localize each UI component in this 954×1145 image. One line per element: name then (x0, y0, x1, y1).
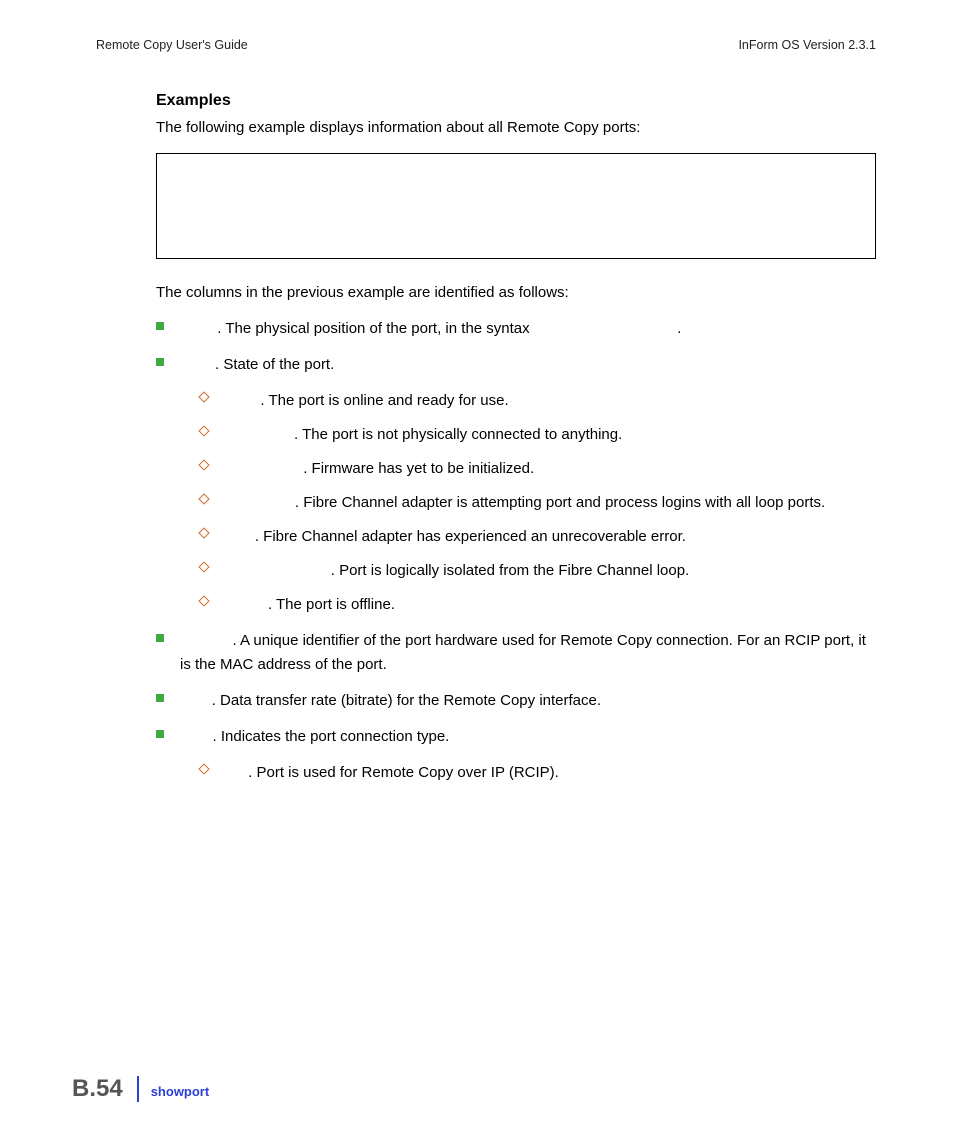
square-bullet-icon (156, 725, 180, 738)
sub-list-text: non_participate . Port is logically isol… (224, 559, 689, 583)
page: Remote Copy User's Guide InForm OS Versi… (0, 0, 954, 1145)
diamond-bullet-icon (200, 491, 224, 503)
sub-list-text: ready. The port is online and ready for … (224, 389, 509, 413)
header-left: Remote Copy User's Guide (96, 38, 248, 52)
square-bullet-icon (156, 629, 180, 642)
sub-list-text: error. Fibre Channel adapter has experie… (224, 525, 686, 549)
list-text: Type. Indicates the port connection type… (180, 725, 449, 749)
sub-list-item: rcip. Port is used for Remote Copy over … (200, 761, 876, 785)
sub-list-item: config_wait . Firmware has yet to be ini… (200, 457, 876, 481)
diamond-bullet-icon (200, 559, 224, 571)
sub-list-item: login_wait . Fibre Channel adapter is at… (200, 491, 876, 515)
list-item: Rate. Data transfer rate (bitrate) for t… (156, 689, 876, 713)
list-item: N:S:P. The physical position of the port… (156, 317, 876, 341)
diamond-bullet-icon (200, 389, 224, 401)
sub-list-text: loss_sync . The port is not physically c… (224, 423, 622, 447)
content: Examples The following example displays … (156, 92, 876, 795)
diamond-bullet-icon (200, 457, 224, 469)
square-bullet-icon (156, 317, 180, 330)
footer-separator (137, 1076, 139, 1102)
intro-paragraph: The following example displays informati… (156, 116, 876, 139)
columns-intro: The columns in the previous example are … (156, 281, 876, 304)
list-text: HwAddr. A unique identifier of the port … (180, 629, 876, 677)
sub-list-item: non_participate . Port is logically isol… (200, 559, 876, 583)
diamond-bullet-icon (200, 525, 224, 537)
sub-list-item: ready. The port is online and ready for … (200, 389, 876, 413)
page-number: B.54 (72, 1075, 137, 1103)
sub-list-item: error. Fibre Channel adapter has experie… (200, 525, 876, 549)
sub-list-text: offline . The port is offline. (224, 593, 395, 617)
footer-section: showport (151, 1080, 210, 1099)
section-heading: Examples (156, 92, 876, 110)
footer: B.54 showport (72, 1075, 209, 1103)
square-bullet-icon (156, 353, 180, 366)
diamond-bullet-icon (200, 593, 224, 605)
header-right: InForm OS Version 2.3.1 (738, 38, 876, 52)
example-box (156, 153, 876, 259)
list-text: N:S:P. The physical position of the port… (180, 317, 681, 341)
list-item: Type. Indicates the port connection type… (156, 725, 876, 749)
diamond-bullet-icon (200, 761, 224, 773)
sub-list-item: offline . The port is offline. (200, 593, 876, 617)
list-item: HwAddr. A unique identifier of the port … (156, 629, 876, 677)
list-text: State. State of the port. (180, 353, 334, 377)
sub-list-text: login_wait . Fibre Channel adapter is at… (224, 491, 825, 515)
sub-list-text: config_wait . Firmware has yet to be ini… (224, 457, 534, 481)
sub-list-item: loss_sync . The port is not physically c… (200, 423, 876, 447)
list-item: State. State of the port. (156, 353, 876, 377)
diamond-bullet-icon (200, 423, 224, 435)
sub-list-text: rcip. Port is used for Remote Copy over … (224, 761, 559, 785)
square-bullet-icon (156, 689, 180, 702)
list-text: Rate. Data transfer rate (bitrate) for t… (180, 689, 601, 713)
running-header: Remote Copy User's Guide InForm OS Versi… (96, 38, 876, 52)
